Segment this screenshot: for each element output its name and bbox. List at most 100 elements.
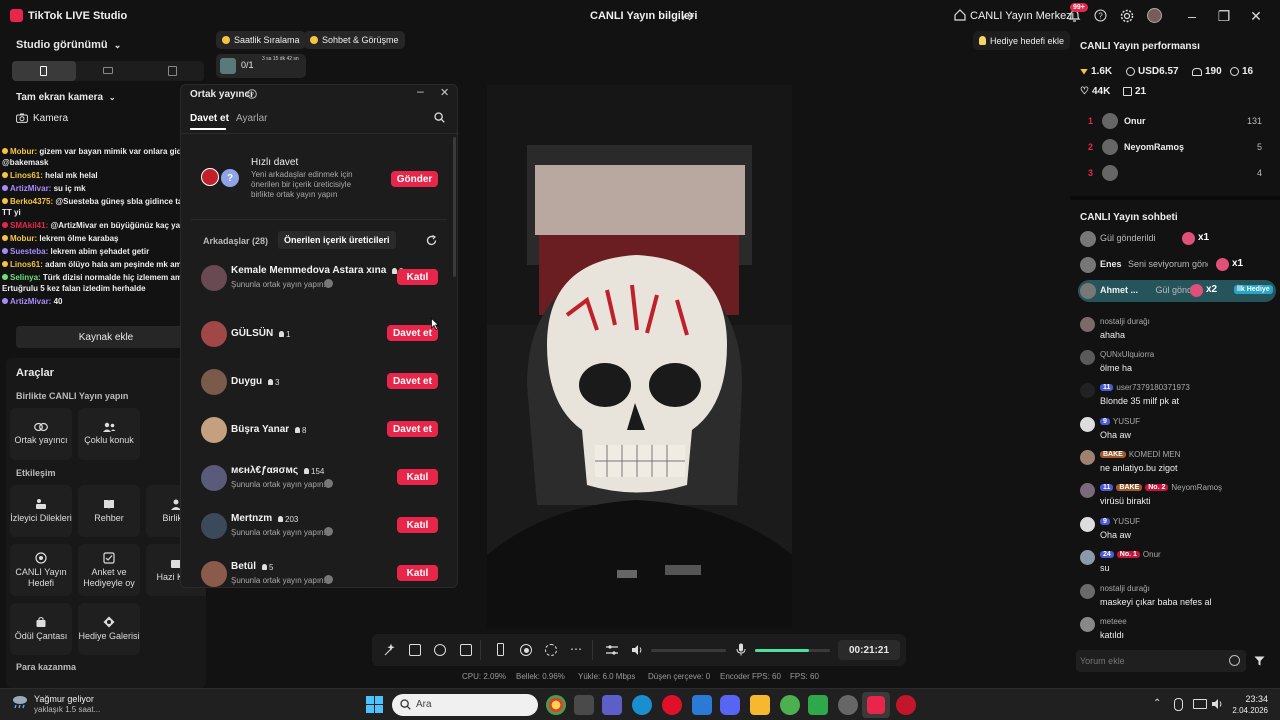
creator-row[interactable]: Mertnzm 203 Şununla ortak yayın yapın: Katı… [181, 505, 449, 545]
studio-view-dropdown[interactable]: Studio görünümü ⌄ [16, 39, 121, 51]
opera-icon[interactable] [662, 695, 682, 715]
modal-close-button[interactable]: ✕ [440, 86, 449, 99]
close-window-button[interactable]: ✕ [1240, 0, 1272, 32]
creator-avatar[interactable] [201, 561, 227, 587]
magic-wand-icon[interactable] [384, 644, 396, 656]
phone-icon[interactable] [497, 643, 504, 656]
comment-item[interactable]: BAKE KOMEDİ MEN ne anlatiyo.bu zigot [1080, 447, 1278, 479]
comment-item[interactable]: 11 BAKE No. 2 NeyomRamoş virüsü birakti [1080, 480, 1278, 512]
tab-settings[interactable]: Ayarlar [236, 113, 268, 124]
game-launcher-icon[interactable] [838, 695, 858, 715]
comment-item[interactable]: nostalji durağı ahaha [1080, 314, 1278, 346]
comment-item[interactable]: 9 YUSUF Oha aw [1080, 514, 1278, 546]
mic-volume-slider[interactable] [755, 649, 830, 652]
more-options-icon[interactable]: ⋯ [570, 642, 582, 656]
gift-gallery-tool[interactable]: Hediye Galerisi [78, 603, 140, 655]
multi-guest-tool[interactable]: Çoklu konuk [78, 408, 140, 460]
creator-row[interactable]: мєнλ€ƒαяσмς 154 Şununla ortak yayın yapın:… [181, 457, 449, 497]
share-icon[interactable] [682, 10, 694, 22]
add-source-button[interactable]: Kaynak ekle [16, 326, 196, 348]
creator-row[interactable]: Duygu 3 Davet et [181, 361, 449, 401]
minimize-button[interactable]: – [1176, 0, 1208, 32]
ranking-row[interactable]: 34 [1080, 160, 1270, 186]
chrome-icon[interactable] [546, 695, 566, 715]
xbox-icon[interactable] [808, 695, 828, 715]
tray-chevron-icon[interactable]: ⌃ [1153, 698, 1161, 709]
discord-icon[interactable] [720, 695, 740, 715]
join-button[interactable]: Katıl [397, 565, 438, 581]
refresh-icon[interactable] [426, 235, 437, 246]
comment-item[interactable]: nostalji durağı maskeyi çıkar baba nefes … [1080, 581, 1278, 613]
taskbar-search[interactable]: Ara [392, 694, 538, 716]
help-icon[interactable]: ? [1094, 9, 1107, 22]
co-host-tool[interactable]: Ortak yayıncı [10, 408, 72, 460]
mail-icon[interactable] [692, 695, 712, 715]
gift-goal-button[interactable]: Hediye hedefi ekle [973, 31, 1071, 50]
creator-row[interactable]: Betül 5 Şununla ortak yayın yapın: Katıl [181, 553, 449, 587]
invite-button[interactable]: Davet et [387, 373, 438, 389]
add-scene-icon[interactable] [460, 644, 472, 656]
chat-meet-pill[interactable]: Sohbet & Görüşme [304, 31, 405, 49]
modal-minimize-button[interactable]: – [417, 84, 424, 98]
recommended-tab[interactable]: Önerilen içerik üreticileri [278, 231, 396, 249]
creator-avatar[interactable] [201, 369, 227, 395]
reward-bag-tool[interactable]: Ödül Çantası [10, 603, 72, 655]
clock-date[interactable]: 2.04.2026 [1222, 706, 1268, 715]
speaker-volume-slider[interactable] [651, 649, 726, 652]
guide-tool[interactable]: Rehber [78, 485, 140, 537]
emoji-icon[interactable] [1229, 655, 1240, 666]
record-icon[interactable] [520, 644, 532, 656]
filter-icon[interactable] [1254, 656, 1265, 666]
live-center-link[interactable]: CANLI Yayın Merkezi [970, 10, 1074, 22]
creator-row[interactable]: Büşra Yanar 8 Davet et [181, 409, 449, 449]
creator-avatar[interactable] [201, 465, 227, 491]
invite-button[interactable]: Davet et [387, 421, 438, 437]
creator-avatar[interactable] [201, 417, 227, 443]
home-icon[interactable] [954, 9, 966, 21]
goal-progress-widget[interactable]: 0/1 3 sa 15 dk 42 sn [216, 54, 306, 78]
weather-subtitle[interactable]: yaklaşık 1.5 saat... [34, 705, 100, 714]
windows-start-icon[interactable] [366, 696, 383, 713]
audio-mixer-icon[interactable] [606, 644, 618, 656]
replay-icon[interactable] [545, 644, 557, 656]
comment-item[interactable]: 9 YUSUF Oha aw [1080, 414, 1278, 446]
join-button[interactable]: Katıl [397, 517, 438, 533]
teams-icon[interactable] [602, 695, 622, 715]
live-goal-tool[interactable]: CANLI Yayın Hedefi [10, 544, 72, 596]
info-icon[interactable]: ? [247, 89, 257, 99]
weather-title[interactable]: Yağmur geliyor [34, 694, 94, 704]
comment-input[interactable] [1080, 652, 1220, 670]
network-icon[interactable] [1193, 699, 1207, 709]
layout-landscape-button[interactable] [76, 61, 140, 81]
folder-icon[interactable] [750, 695, 770, 715]
file-manager-icon[interactable] [574, 695, 594, 715]
join-button[interactable]: Katıl [397, 469, 438, 485]
avatar-filter-icon[interactable] [434, 644, 446, 656]
join-button[interactable]: Katıl [397, 269, 438, 285]
speaker-icon[interactable] [631, 644, 644, 656]
modal-scrollbar[interactable] [453, 137, 456, 277]
weather-rain-icon[interactable] [12, 695, 28, 709]
creator-row[interactable]: Kemale Memmedova Astara xına3Şununla ort… [181, 257, 449, 297]
creator-avatar[interactable] [201, 321, 227, 347]
creator-avatar[interactable] [201, 513, 227, 539]
maximize-button[interactable]: ❐ [1208, 0, 1240, 32]
media-player-icon[interactable] [896, 695, 916, 715]
microphone-icon[interactable] [736, 643, 746, 656]
profile-avatar[interactable] [1147, 8, 1162, 23]
friends-tab[interactable]: Arkadaşlar (28) [203, 236, 268, 246]
chrome-profile-icon[interactable] [780, 695, 800, 715]
viewer-requests-tool[interactable]: İzleyici Dilekleri [10, 485, 72, 537]
comment-item[interactable]: meteee katıldı [1080, 614, 1278, 638]
ranking-row[interactable]: 1 Onur 131 [1080, 108, 1270, 134]
hourly-ranking-pill[interactable]: Saatlik Sıralama [216, 31, 306, 49]
ranking-row[interactable]: 2 NeyomRamoş 5 [1080, 134, 1270, 160]
comment-item[interactable]: 24 No. 1 Onur su [1080, 547, 1278, 579]
layout-portrait-button[interactable] [12, 61, 76, 81]
creator-avatar[interactable] [201, 265, 227, 291]
search-icon[interactable] [434, 112, 445, 123]
tray-mic-icon[interactable] [1174, 698, 1183, 711]
layout-dual-button[interactable] [140, 61, 204, 81]
camera-mode-dropdown[interactable]: Tam ekran kamera ⌄ [16, 92, 116, 103]
comment-item[interactable]: QUNxUlquiorra ölme ha [1080, 347, 1278, 379]
